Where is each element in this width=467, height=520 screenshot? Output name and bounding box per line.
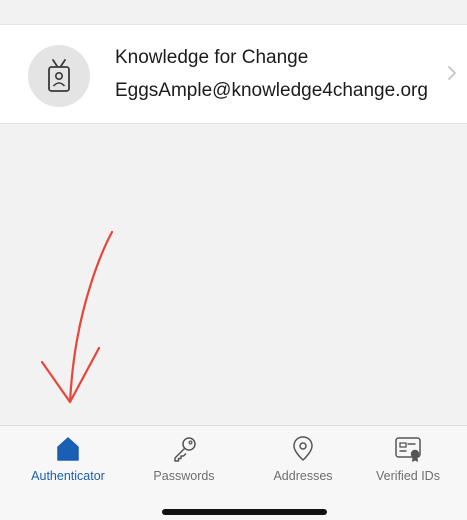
home-indicator <box>162 509 327 515</box>
tab-authenticator[interactable]: Authenticator <box>10 426 126 491</box>
verified-id-card-icon <box>395 437 421 462</box>
location-pin-icon <box>293 436 313 461</box>
tab-passwords[interactable]: Passwords <box>126 426 242 491</box>
tab-label-addresses: Addresses <box>273 469 333 483</box>
tab-addresses[interactable]: Addresses <box>245 426 361 491</box>
tab-label-passwords: Passwords <box>153 469 215 483</box>
tab-label-verified-ids: Verified IDs <box>376 469 440 483</box>
home-icon <box>57 437 79 461</box>
key-icon <box>174 437 196 462</box>
tab-verified-ids[interactable]: Verified IDs <box>350 426 466 491</box>
bottom-tab-bar: Authenticator Passwords Addresses Verifi… <box>0 425 467 520</box>
tab-label-authenticator: Authenticator <box>31 469 105 483</box>
annotation-arrow <box>40 230 114 404</box>
